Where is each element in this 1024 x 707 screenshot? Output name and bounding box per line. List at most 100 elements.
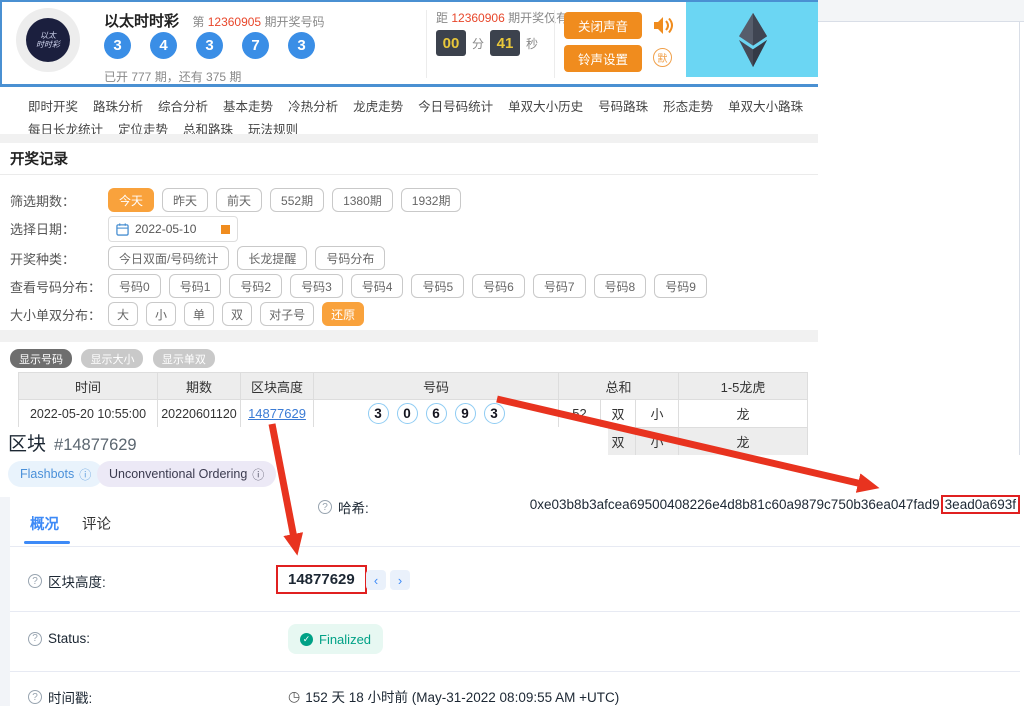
help-icon[interactable] [318, 500, 332, 514]
date-picker-input[interactable]: 2022-05-10 [108, 216, 238, 242]
mute-sound-button[interactable]: 关闭声音 [564, 12, 642, 39]
result-ball: 3 [484, 403, 505, 424]
type-pill-daily-stats[interactable]: 今日双面/号码统计 [108, 246, 229, 270]
number-pill-3[interactable]: 号码3 [290, 274, 343, 298]
nav-tab[interactable]: 今日号码统计 [418, 96, 493, 115]
block-height-label: 区块高度: [48, 571, 106, 591]
ringtone-settings-button[interactable]: 铃声设置 [564, 45, 642, 72]
nav-tab[interactable]: 单双大小路珠 [728, 96, 803, 115]
toggle-show-numbers[interactable]: 显示号码 [10, 349, 72, 368]
issue-suffix: 期开奖号码 [264, 15, 324, 29]
countdown-seconds: 41 [490, 30, 520, 56]
number-pill-1[interactable]: 号码1 [169, 274, 222, 298]
nav-tab[interactable]: 号码路珠 [598, 96, 648, 115]
block-height-value-boxed: 14877629 [276, 565, 367, 594]
lottery-header: 以太 时时彩 以太时时彩 第 12360905 期开奖号码 3 4 3 7 3 … [0, 0, 818, 87]
number-pill-4[interactable]: 号码4 [351, 274, 404, 298]
minutes-unit: 分 [472, 35, 484, 52]
pill-even[interactable]: 双 [222, 302, 252, 326]
ordering-badge-label: Unconventional Ordering [109, 467, 247, 481]
speaker-icon[interactable] [652, 15, 676, 36]
pill-small[interactable]: 小 [146, 302, 176, 326]
help-icon[interactable] [28, 632, 42, 646]
block-heading: 区块#14877629 [8, 429, 137, 456]
cell-parity: 双 [601, 400, 636, 428]
help-icon[interactable] [28, 574, 42, 588]
pill-restore[interactable]: 还原 [322, 302, 364, 326]
type-pill-number-dist[interactable]: 号码分布 [315, 246, 385, 270]
table-row: 2022-05-20 10:55:00 20220601120 14877629… [19, 400, 808, 428]
filter-pill-552[interactable]: 552期 [270, 188, 324, 212]
number-pill-5[interactable]: 号码5 [411, 274, 464, 298]
filter-pill-1380[interactable]: 1380期 [332, 188, 393, 212]
timestamp-label: 时间戳: [48, 687, 92, 707]
number-pill-8[interactable]: 号码8 [594, 274, 647, 298]
check-circle-icon: ✓ [300, 633, 313, 646]
col-block-height: 区块高度 [241, 373, 314, 400]
ethereum-logo-icon [736, 11, 770, 69]
block-height-link[interactable]: 14877629 [248, 406, 306, 421]
countdown-minutes: 00 [436, 30, 466, 56]
result-ball: 0 [397, 403, 418, 424]
nav-tab[interactable]: 基本走势 [223, 96, 273, 115]
draw-ball: 3 [288, 32, 315, 59]
nav-tab[interactable]: 路珠分析 [93, 96, 143, 115]
type-pill-streak-alert[interactable]: 长龙提醒 [237, 246, 307, 270]
nav-tab[interactable]: 冷热分析 [288, 96, 338, 115]
number-pill-2[interactable]: 号码2 [229, 274, 282, 298]
flashbots-badge-label: Flashbots [20, 467, 74, 481]
filter-pill-1932[interactable]: 1932期 [401, 188, 462, 212]
next-block-button[interactable]: › [390, 570, 410, 590]
info-icon[interactable]: ⓘ [252, 466, 264, 483]
draw-ball: 3 [196, 32, 223, 59]
number-pill-6[interactable]: 号码6 [472, 274, 525, 298]
result-ball: 6 [426, 403, 447, 424]
records-section-title: 开奖记录 [10, 148, 68, 169]
toggle-show-parity[interactable]: 显示单双 [153, 349, 215, 368]
nav-tab[interactable]: 形态走势 [663, 96, 713, 115]
filter-pill-yesterday[interactable]: 昨天 [162, 188, 208, 212]
filter-pill-today[interactable]: 今天 [108, 188, 154, 212]
col-dragon-tiger: 1-5龙虎 [679, 373, 808, 400]
countdown-caption: 距 12360906 期开奖仅有 [436, 9, 568, 26]
display-toggles: 显示号码 显示大小 显示单双 [10, 349, 220, 368]
previous-block-button[interactable]: ‹ [366, 570, 386, 590]
unconventional-ordering-badge[interactable]: Unconventional Ordering ⓘ [97, 461, 276, 487]
nav-tab[interactable]: 龙虎走势 [353, 96, 403, 115]
number-pill-7[interactable]: 号码7 [533, 274, 586, 298]
pill-big[interactable]: 大 [108, 302, 138, 326]
logo-text-line2: 时时彩 [36, 40, 60, 49]
calendar-icon [116, 223, 129, 236]
hash-highlighted-tail: 3ead0a693f [941, 495, 1020, 514]
status-badge: ✓ Finalized [288, 624, 383, 654]
number-pill-0[interactable]: 号码0 [108, 274, 161, 298]
number-pill-9[interactable]: 号码9 [654, 274, 707, 298]
result-ball: 3 [368, 403, 389, 424]
col-sum: 总和 [559, 373, 679, 400]
col-time: 时间 [19, 373, 158, 400]
nav-tab[interactable]: 单双大小历史 [508, 96, 583, 115]
nav-tab[interactable]: 即时开奖 [28, 96, 78, 115]
default-ringtone-icon[interactable]: 默 [653, 48, 672, 67]
pill-pair[interactable]: 对子号 [260, 302, 314, 326]
filter-issues-pills: 今天 昨天 前天 552期 1380期 1932期 [108, 188, 461, 212]
flashbots-badge[interactable]: Flashbots ⓘ [8, 461, 103, 487]
cell-dragon: 龙 [679, 400, 808, 428]
draw-ball: 7 [242, 32, 269, 59]
tab-comments[interactable]: 评论 [82, 513, 111, 534]
pill-odd[interactable]: 单 [184, 302, 214, 326]
filter-pill-daybefore[interactable]: 前天 [216, 188, 262, 212]
info-icon[interactable]: ⓘ [79, 466, 91, 483]
status-value: Finalized [319, 632, 371, 647]
divider [10, 546, 1020, 547]
main-nav-row1: 即时开奖 路珠分析 综合分析 基本走势 冷热分析 龙虎走势 今日号码统计 单双大… [28, 96, 818, 115]
draw-type-label: 开奖种类： [10, 244, 75, 272]
site-title: 以太时时彩 [104, 13, 179, 30]
nav-tab[interactable]: 综合分析 [158, 96, 208, 115]
draw-type-pills: 今日双面/号码统计 长龙提醒 号码分布 [108, 246, 385, 270]
hash-label: 哈希: [338, 497, 369, 517]
cell-draw-balls: 3 0 6 9 3 [314, 403, 558, 424]
tab-overview[interactable]: 概况 [30, 513, 59, 534]
toggle-show-size[interactable]: 显示大小 [81, 349, 143, 368]
help-icon[interactable] [28, 690, 42, 704]
